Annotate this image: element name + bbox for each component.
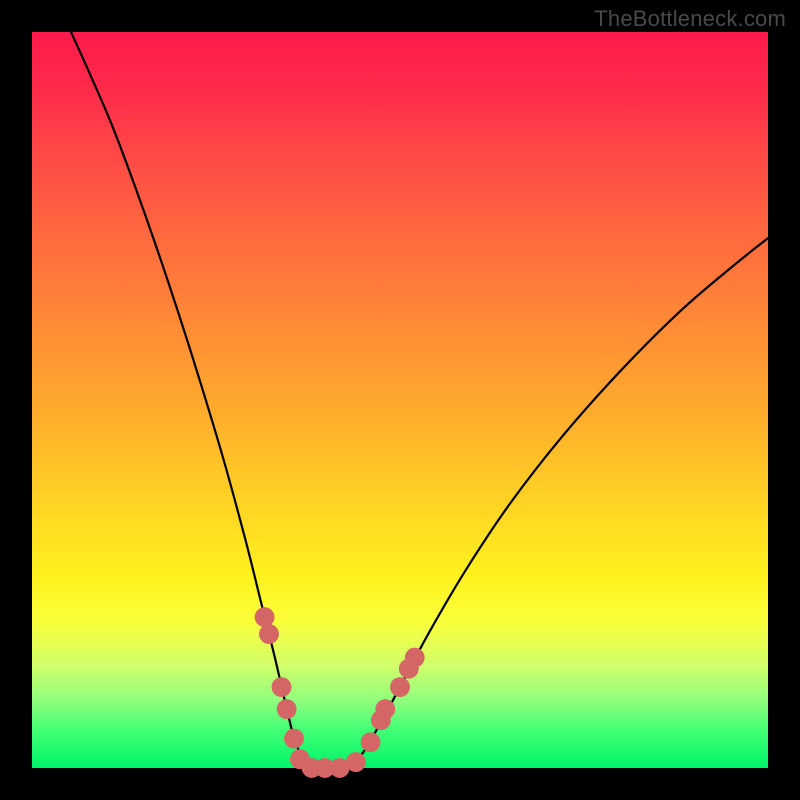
data-dot bbox=[346, 752, 366, 772]
data-dot bbox=[272, 677, 292, 697]
chart-frame: TheBottleneck.com bbox=[0, 0, 800, 800]
watermark-text: TheBottleneck.com bbox=[594, 6, 786, 32]
data-dot bbox=[255, 607, 275, 627]
bottleneck-curve-right bbox=[319, 238, 768, 769]
data-dot bbox=[277, 699, 297, 719]
data-dot bbox=[284, 729, 304, 749]
data-dots-group bbox=[255, 607, 425, 778]
chart-plot-area bbox=[32, 32, 768, 768]
bottleneck-curve-left bbox=[71, 32, 319, 768]
data-dot bbox=[375, 699, 395, 719]
data-dot bbox=[361, 732, 381, 752]
data-dot bbox=[405, 648, 425, 668]
data-dot bbox=[390, 677, 410, 697]
data-dot bbox=[259, 624, 279, 644]
chart-svg-layer bbox=[32, 32, 768, 768]
